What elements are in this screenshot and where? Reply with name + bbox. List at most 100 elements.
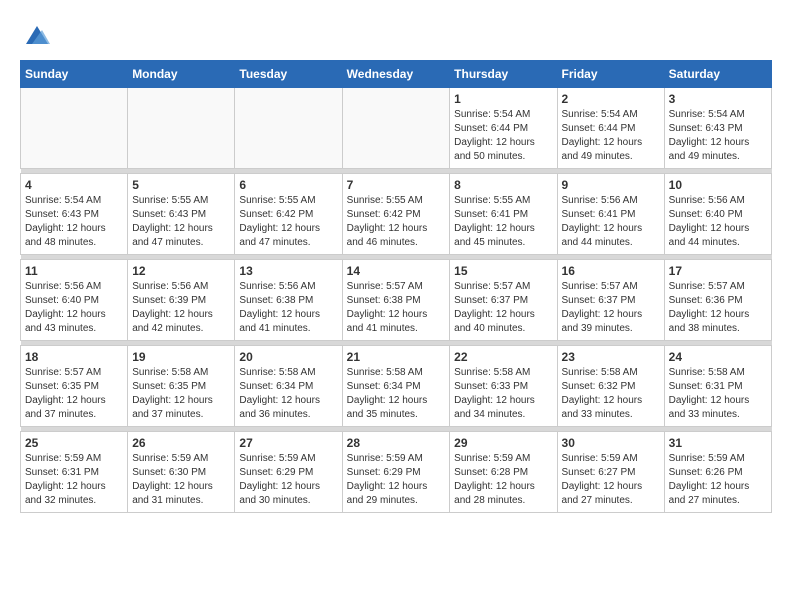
- day-number: 15: [454, 264, 552, 278]
- day-number: 21: [347, 350, 446, 364]
- calendar-day-cell: 11 Sunrise: 5:56 AMSunset: 6:40 PMDayligh…: [21, 260, 128, 341]
- day-info: Sunrise: 5:54 AMSunset: 6:43 PMDaylight:…: [25, 194, 123, 250]
- day-info: Sunrise: 5:57 AMSunset: 6:38 PMDaylight:…: [347, 280, 446, 336]
- day-number: 28: [347, 436, 446, 450]
- calendar-day-cell: 31 Sunrise: 5:59 AMSunset: 6:26 PMDayligh…: [664, 432, 771, 513]
- calendar-day-header: Friday: [557, 61, 664, 88]
- day-info: Sunrise: 5:58 AMSunset: 6:35 PMDaylight:…: [132, 366, 230, 422]
- calendar-week-row: 4 Sunrise: 5:54 AMSunset: 6:43 PMDaylight…: [21, 174, 772, 255]
- calendar-week-row: 1 Sunrise: 5:54 AMSunset: 6:44 PMDaylight…: [21, 88, 772, 169]
- calendar-day-cell: [235, 88, 342, 169]
- day-info: Sunrise: 5:57 AMSunset: 6:35 PMDaylight:…: [25, 366, 123, 422]
- day-number: 20: [239, 350, 337, 364]
- calendar-day-header: Monday: [128, 61, 235, 88]
- day-number: 8: [454, 178, 552, 192]
- day-number: 25: [25, 436, 123, 450]
- calendar-day-cell: 10 Sunrise: 5:56 AMSunset: 6:40 PMDayligh…: [664, 174, 771, 255]
- calendar-day-cell: 26Sunrise: 5:59 AMSunset: 6:30 PMDayligh…: [128, 432, 235, 513]
- calendar-day-cell: 2Sunrise: 5:54 AMSunset: 6:44 PMDaylight…: [557, 88, 664, 169]
- calendar-day-cell: 29 Sunrise: 5:59 AMSunset: 6:28 PMDayligh…: [450, 432, 557, 513]
- day-number: 29: [454, 436, 552, 450]
- day-info: Sunrise: 5:57 AMSunset: 6:37 PMDaylight:…: [454, 280, 552, 336]
- calendar-day-cell: [21, 88, 128, 169]
- calendar-day-cell: 20 Sunrise: 5:58 AMSunset: 6:34 PMDayligh…: [235, 346, 342, 427]
- day-number: 10: [669, 178, 767, 192]
- calendar-day-cell: 21 Sunrise: 5:58 AMSunset: 6:34 PMDayligh…: [342, 346, 450, 427]
- day-info: Sunrise: 5:59 AMSunset: 6:29 PMDaylight:…: [239, 452, 337, 508]
- calendar-day-cell: 27 Sunrise: 5:59 AMSunset: 6:29 PMDayligh…: [235, 432, 342, 513]
- day-info: Sunrise: 5:58 AMSunset: 6:33 PMDaylight:…: [454, 366, 552, 422]
- day-info: Sunrise: 5:54 AMSunset: 6:44 PMDaylight:…: [562, 108, 660, 164]
- day-info: Sunrise: 5:55 AMSunset: 6:42 PMDaylight:…: [347, 194, 446, 250]
- calendar-day-cell: 5 Sunrise: 5:55 AMSunset: 6:43 PMDaylight…: [128, 174, 235, 255]
- day-info: Sunrise: 5:56 AMSunset: 6:40 PMDaylight:…: [25, 280, 123, 336]
- day-number: 23: [562, 350, 660, 364]
- day-info: Sunrise: 5:59 AMSunset: 6:29 PMDaylight:…: [347, 452, 446, 508]
- day-info: Sunrise: 5:56 AMSunset: 6:40 PMDaylight:…: [669, 194, 767, 250]
- calendar-day-cell: 24 Sunrise: 5:58 AMSunset: 6:31 PMDayligh…: [664, 346, 771, 427]
- day-number: 31: [669, 436, 767, 450]
- calendar-day-cell: [342, 88, 450, 169]
- calendar-day-header: Wednesday: [342, 61, 450, 88]
- calendar-day-cell: 17Sunrise: 5:57 AMSunset: 6:36 PMDayligh…: [664, 260, 771, 341]
- calendar-day-cell: 13 Sunrise: 5:56 AMSunset: 6:38 PMDayligh…: [235, 260, 342, 341]
- calendar-week-row: 11 Sunrise: 5:56 AMSunset: 6:40 PMDayligh…: [21, 260, 772, 341]
- day-info: Sunrise: 5:57 AMSunset: 6:36 PMDaylight:…: [669, 280, 767, 336]
- calendar-week-row: 25 Sunrise: 5:59 AMSunset: 6:31 PMDayligh…: [21, 432, 772, 513]
- day-number: 5: [132, 178, 230, 192]
- day-info: Sunrise: 5:56 AMSunset: 6:38 PMDaylight:…: [239, 280, 337, 336]
- day-info: Sunrise: 5:55 AMSunset: 6:41 PMDaylight:…: [454, 194, 552, 250]
- calendar-day-cell: 4 Sunrise: 5:54 AMSunset: 6:43 PMDaylight…: [21, 174, 128, 255]
- calendar-day-header: Sunday: [21, 61, 128, 88]
- day-info: Sunrise: 5:58 AMSunset: 6:34 PMDaylight:…: [347, 366, 446, 422]
- calendar-day-cell: 28 Sunrise: 5:59 AMSunset: 6:29 PMDayligh…: [342, 432, 450, 513]
- day-info: Sunrise: 5:59 AMSunset: 6:31 PMDaylight:…: [25, 452, 123, 508]
- calendar-day-cell: 15 Sunrise: 5:57 AMSunset: 6:37 PMDayligh…: [450, 260, 557, 341]
- day-info: Sunrise: 5:58 AMSunset: 6:34 PMDaylight:…: [239, 366, 337, 422]
- calendar-day-cell: 30Sunrise: 5:59 AMSunset: 6:27 PMDayligh…: [557, 432, 664, 513]
- calendar-week-row: 18 Sunrise: 5:57 AMSunset: 6:35 PMDayligh…: [21, 346, 772, 427]
- day-info: Sunrise: 5:59 AMSunset: 6:26 PMDaylight:…: [669, 452, 767, 508]
- calendar-day-cell: 9 Sunrise: 5:56 AMSunset: 6:41 PMDaylight…: [557, 174, 664, 255]
- day-number: 7: [347, 178, 446, 192]
- day-number: 4: [25, 178, 123, 192]
- day-info: Sunrise: 5:54 AMSunset: 6:44 PMDaylight:…: [454, 108, 552, 164]
- day-info: Sunrise: 5:55 AMSunset: 6:42 PMDaylight:…: [239, 194, 337, 250]
- day-number: 9: [562, 178, 660, 192]
- day-number: 1: [454, 92, 552, 106]
- day-info: Sunrise: 5:56 AMSunset: 6:41 PMDaylight:…: [562, 194, 660, 250]
- calendar-day-cell: 23 Sunrise: 5:58 AMSunset: 6:32 PMDayligh…: [557, 346, 664, 427]
- day-number: 11: [25, 264, 123, 278]
- day-info: Sunrise: 5:55 AMSunset: 6:43 PMDaylight:…: [132, 194, 230, 250]
- day-number: 3: [669, 92, 767, 106]
- calendar-day-cell: 14Sunrise: 5:57 AMSunset: 6:38 PMDayligh…: [342, 260, 450, 341]
- calendar-day-header: Tuesday: [235, 61, 342, 88]
- calendar-table: SundayMondayTuesdayWednesdayThursdayFrid…: [20, 60, 772, 513]
- calendar-day-cell: 19 Sunrise: 5:58 AMSunset: 6:35 PMDayligh…: [128, 346, 235, 427]
- day-number: 27: [239, 436, 337, 450]
- day-number: 13: [239, 264, 337, 278]
- calendar-day-cell: 1 Sunrise: 5:54 AMSunset: 6:44 PMDaylight…: [450, 88, 557, 169]
- day-number: 16: [562, 264, 660, 278]
- day-info: Sunrise: 5:54 AMSunset: 6:43 PMDaylight:…: [669, 108, 767, 164]
- day-number: 18: [25, 350, 123, 364]
- day-info: Sunrise: 5:59 AMSunset: 6:28 PMDaylight:…: [454, 452, 552, 508]
- calendar-day-header: Thursday: [450, 61, 557, 88]
- calendar-day-header: Saturday: [664, 61, 771, 88]
- logo-icon: [22, 20, 52, 50]
- page-header: [20, 20, 772, 50]
- day-info: Sunrise: 5:58 AMSunset: 6:31 PMDaylight:…: [669, 366, 767, 422]
- calendar-header-row: SundayMondayTuesdayWednesdayThursdayFrid…: [21, 61, 772, 88]
- calendar-day-cell: 16 Sunrise: 5:57 AMSunset: 6:37 PMDayligh…: [557, 260, 664, 341]
- day-number: 24: [669, 350, 767, 364]
- calendar-day-cell: 25 Sunrise: 5:59 AMSunset: 6:31 PMDayligh…: [21, 432, 128, 513]
- calendar-day-cell: [128, 88, 235, 169]
- calendar-day-cell: 22Sunrise: 5:58 AMSunset: 6:33 PMDayligh…: [450, 346, 557, 427]
- day-info: Sunrise: 5:59 AMSunset: 6:27 PMDaylight:…: [562, 452, 660, 508]
- day-number: 19: [132, 350, 230, 364]
- day-info: Sunrise: 5:57 AMSunset: 6:37 PMDaylight:…: [562, 280, 660, 336]
- calendar-day-cell: 12Sunrise: 5:56 AMSunset: 6:39 PMDayligh…: [128, 260, 235, 341]
- calendar-day-cell: 7 Sunrise: 5:55 AMSunset: 6:42 PMDaylight…: [342, 174, 450, 255]
- day-info: Sunrise: 5:58 AMSunset: 6:32 PMDaylight:…: [562, 366, 660, 422]
- calendar-day-cell: 3 Sunrise: 5:54 AMSunset: 6:43 PMDaylight…: [664, 88, 771, 169]
